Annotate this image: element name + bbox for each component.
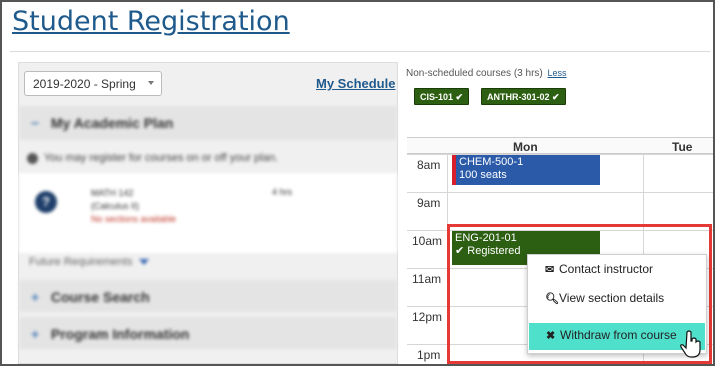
plan-course-info: MATH 142 (Calculus II) No sections avail…	[91, 187, 176, 226]
hour-label: 8am	[417, 158, 441, 172]
course-hours: 4 hrs	[272, 187, 293, 197]
chevron-down-icon	[148, 81, 154, 85]
academic-plan-header[interactable]: − My Academic Plan	[19, 106, 397, 140]
term-select[interactable]: 2019-2020 - Spring	[24, 71, 162, 96]
plan-note-text: You may register for courses on or off y…	[43, 152, 279, 164]
nonscheduled-course-pill[interactable]: ANTHR-301-02 ✔	[481, 88, 566, 105]
check-icon: ✔	[455, 92, 464, 102]
menu-item-withdraw[interactable]: ✖ Withdraw from course	[529, 323, 705, 350]
magnifier-icon: 🔍︎	[545, 293, 559, 305]
academic-plan-title: My Academic Plan	[50, 115, 174, 131]
info-icon	[27, 152, 38, 164]
plan-note: You may register for courses on or off y…	[27, 152, 278, 164]
nonscheduled-text: Non-scheduled courses (3 hrs)	[406, 68, 543, 79]
course-search-label: Course Search	[50, 289, 150, 305]
app-window: Student Registration 2019-2020 - Spring …	[0, 0, 715, 366]
pill-label: ANTHR-301-02	[487, 92, 550, 102]
course-code: MATH 142	[91, 188, 134, 198]
event-title: CHEM-500-1	[459, 156, 524, 168]
menu-item-view-section[interactable]: 🔍︎View section details	[528, 286, 706, 312]
x-icon: ✖	[546, 330, 556, 342]
nonscheduled-courses: Non-scheduled courses (3 hrs) Less	[406, 68, 567, 79]
plan-course-row[interactable]: MATH 142 (Calculus II) No sections avail…	[19, 173, 397, 253]
caret-down-icon	[139, 259, 150, 265]
course-detail: (Calculus II)	[91, 201, 140, 211]
future-requirements-label: Future Requirements	[29, 256, 133, 268]
menu-item-label: Contact instructor	[559, 262, 654, 276]
question-icon	[35, 191, 57, 213]
menu-item-label: View section details	[559, 291, 665, 305]
day-header: Mon	[513, 140, 538, 154]
envelope-icon: ✉	[545, 264, 555, 276]
program-information-label: Program Information	[50, 326, 190, 342]
hour-label: 12pm	[412, 310, 443, 324]
less-link[interactable]: Less	[548, 68, 567, 78]
hour-label: 1pm	[417, 348, 441, 362]
collapse-icon: −	[31, 115, 40, 131]
course-search-header[interactable]: + Course Search	[19, 280, 397, 312]
expand-icon: +	[31, 289, 40, 305]
calendar-header: Mon Tue	[407, 137, 713, 154]
menu-item-contact-instructor[interactable]: ✉ Contact instructor	[528, 257, 706, 283]
my-schedule-link[interactable]: My Schedule	[316, 76, 395, 91]
hour-label: 11am	[412, 272, 442, 286]
left-panel: 2019-2020 - Spring My Schedule − My Acad…	[18, 62, 398, 364]
nonscheduled-course-pill[interactable]: CIS-101 ✔	[414, 88, 470, 105]
menu-item-label: Withdraw from course	[560, 328, 677, 342]
title-divider	[10, 51, 710, 52]
check-icon: ✔	[552, 92, 560, 102]
term-select-value: 2019-2020 - Spring	[33, 77, 136, 91]
expand-icon: +	[31, 326, 40, 342]
hand-cursor-icon	[680, 330, 701, 358]
program-information-header[interactable]: + Program Information	[19, 317, 397, 349]
future-requirements[interactable]: Future Requirements	[29, 256, 150, 268]
hour-label: 10am	[412, 234, 443, 248]
calendar-event-chem[interactable]: CHEM-500-1 100 seats	[452, 155, 600, 185]
course-status: No sections available	[91, 214, 177, 224]
page-title: Student Registration	[12, 6, 290, 37]
event-subtitle: 100 seats	[459, 169, 507, 181]
pill-label: CIS-101	[420, 92, 454, 102]
hour-label: 9am	[417, 196, 441, 210]
day-header: Tue	[672, 140, 693, 154]
